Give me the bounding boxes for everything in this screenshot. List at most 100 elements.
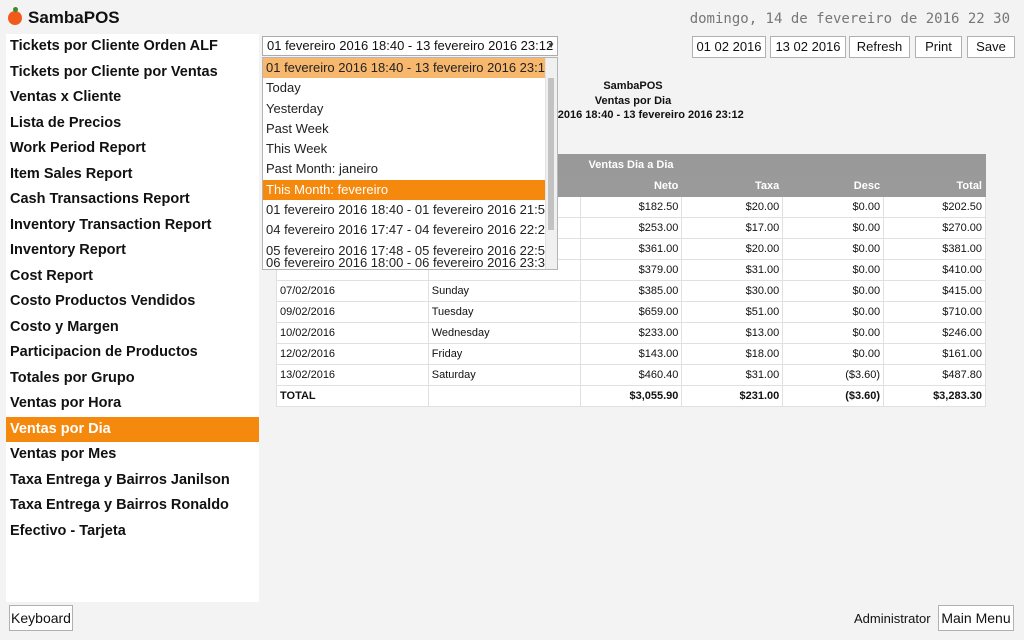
table-cell: $385.00: [579, 280, 683, 302]
column-header: Taxa: [681, 175, 784, 197]
period-select-value: 01 fevereiro 2016 18:40 - 13 fevereiro 2…: [267, 38, 554, 53]
total-cell: ($3.60): [782, 385, 885, 407]
chevron-down-icon[interactable]: ▼: [547, 37, 555, 55]
table-row: 07/02/2016 Sunday $385.00 $30.00 $0.00 $415.0…: [276, 280, 986, 302]
table-row: 13/02/2016 Saturday $460.40 $31.00 ($3.60) $4…: [276, 364, 986, 386]
table-cell: $361.00: [579, 238, 683, 260]
sidebar-item[interactable]: Cash Transactions Report: [6, 187, 259, 213]
sidebar-item[interactable]: Tickets por Cliente por Ventas: [6, 60, 259, 86]
print-button[interactable]: Print: [915, 36, 962, 58]
sidebar-item[interactable]: Costo y Margen: [6, 315, 259, 341]
table-cell: $17.00: [681, 217, 784, 239]
table-cell: $233.00: [579, 322, 683, 344]
dropdown-option[interactable]: Past Month: janeiro: [263, 159, 545, 179]
table-cell: Sunday: [427, 280, 581, 302]
table-cell: $182.50: [579, 196, 683, 218]
table-cell: $18.00: [681, 343, 784, 365]
dropdown-option[interactable]: This Month: fevereiro: [263, 179, 545, 201]
total-cell: $3,055.90: [579, 385, 683, 407]
table-cell: $659.00: [579, 301, 683, 323]
keyboard-button[interactable]: Keyboard: [9, 605, 73, 631]
report-title: Ventas por Dia: [594, 95, 672, 107]
table-cell: $31.00: [681, 259, 784, 281]
sidebar-item[interactable]: Ventas por Dia: [6, 416, 259, 442]
period-dropdown-list[interactable]: 01 fevereiro 2016 18:40 - 13 fevereiro 2…: [262, 57, 558, 270]
total-cell: $3,283.30: [883, 385, 986, 407]
sidebar-item[interactable]: Cost Report: [6, 264, 259, 290]
table-cell: $31.00: [681, 364, 784, 386]
sidebar-item[interactable]: Ventas x Cliente: [6, 85, 259, 111]
sidebar-item[interactable]: Ventas por Mes: [6, 442, 259, 468]
dropdown-option[interactable]: Today: [263, 78, 545, 98]
table-cell: $246.00: [883, 322, 986, 344]
table-cell: $0.00: [782, 259, 885, 281]
table-cell: $270.00: [883, 217, 986, 239]
sidebar-item[interactable]: Work Period Report: [6, 136, 259, 162]
dropdown-option[interactable]: 04 fevereiro 2016 17:47 - 04 fevereiro 2…: [263, 220, 552, 240]
table-cell: $253.00: [579, 217, 683, 239]
table-cell: $30.00: [681, 280, 784, 302]
sidebar-item[interactable]: Efectivo - Tarjeta: [6, 519, 259, 545]
table-total-row: TOTAL $3,055.90 $231.00 ($3.60) $3,283.30: [276, 385, 986, 407]
dropdown-scrollbar[interactable]: [545, 58, 557, 269]
table-cell: $202.50: [883, 196, 986, 218]
table-cell: Wednesday: [427, 322, 581, 344]
table-cell: $710.00: [883, 301, 986, 323]
table-cell: $381.00: [883, 238, 986, 260]
sidebar-item[interactable]: Inventory Transaction Report: [6, 213, 259, 239]
sidebar-item[interactable]: Totales por Grupo: [6, 366, 259, 392]
table-cell: Saturday: [427, 364, 581, 386]
table-cell: Tuesday: [427, 301, 581, 323]
table-cell: 09/02/2016: [276, 301, 429, 323]
sidebar-item[interactable]: Taxa Entrega y Bairros Janilson: [6, 468, 259, 494]
logged-user: Administrator: [854, 611, 931, 626]
app-header: SambaPOS: [8, 7, 120, 28]
refresh-button[interactable]: Refresh: [849, 36, 910, 58]
sidebar-item[interactable]: Item Sales Report: [6, 162, 259, 188]
table-cell: $379.00: [579, 259, 683, 281]
sidebar-item[interactable]: Tickets por Cliente Orden ALF: [6, 34, 259, 60]
dropdown-option[interactable]: 01 fevereiro 2016 18:40 - 13 fevereiro 2…: [263, 58, 552, 79]
sidebar-item[interactable]: Lista de Precios: [6, 111, 259, 137]
table-cell: $143.00: [579, 343, 683, 365]
table-cell: $20.00: [681, 196, 784, 218]
sidebar-item[interactable]: Ventas por Hora: [6, 391, 259, 417]
table-cell: $0.00: [782, 343, 885, 365]
sidebar-item[interactable]: Inventory Report: [6, 238, 259, 264]
end-date-field[interactable]: 13 02 2016: [770, 36, 846, 58]
dropdown-option[interactable]: 01 fevereiro 2016 18:40 - 01 fevereiro 2…: [263, 200, 552, 220]
main-menu-button[interactable]: Main Menu: [938, 605, 1014, 631]
table-cell: $13.00: [681, 322, 784, 344]
start-date-field[interactable]: 01 02 2016: [692, 36, 766, 58]
report-date-range: o 2016 18:40 - 13 fevereiro 2016 23:12: [548, 109, 744, 121]
table-row: 09/02/2016 Tuesday $659.00 $51.00 $0.00 $710.…: [276, 301, 986, 323]
table-cell: $410.00: [883, 259, 986, 281]
dropdown-option[interactable]: This Week: [263, 139, 545, 159]
total-cell: [427, 385, 581, 407]
sidebar-item[interactable]: Participacion de Productos: [6, 340, 259, 366]
scrollbar-thumb[interactable]: [548, 78, 554, 230]
period-select[interactable]: 01 fevereiro 2016 18:40 - 13 fevereiro 2…: [262, 36, 558, 56]
table-cell: ($3.60): [782, 364, 885, 386]
save-button[interactable]: Save: [967, 36, 1015, 58]
table-cell: 10/02/2016: [276, 322, 429, 344]
table-cell: $415.00: [883, 280, 986, 302]
table-cell: 07/02/2016: [276, 280, 429, 302]
dropdown-option[interactable]: Past Week: [263, 119, 545, 139]
table-cell: $20.00: [681, 238, 784, 260]
report-company: SambaPOS: [603, 80, 663, 92]
column-header: Total: [883, 175, 986, 197]
table-cell: 13/02/2016: [276, 364, 429, 386]
table-cell: Friday: [427, 343, 581, 365]
table-cell: $0.00: [782, 280, 885, 302]
sidebar-item[interactable]: Costo Productos Vendidos: [6, 289, 259, 315]
dropdown-option[interactable]: Yesterday: [263, 99, 545, 119]
current-datetime: domingo, 14 de fevereiro de 2016 22 30: [689, 11, 1010, 27]
dropdown-option[interactable]: 06 fevereiro 2016 18:00 - 06 fevereiro 2…: [263, 253, 552, 269]
table-cell: $161.00: [883, 343, 986, 365]
sidebar-item[interactable]: Taxa Entrega y Bairros Ronaldo: [6, 493, 259, 519]
sambapos-logo-icon: [8, 7, 22, 25]
column-header: Neto: [579, 175, 683, 197]
table-cell: $460.40: [579, 364, 683, 386]
table-cell: $0.00: [782, 322, 885, 344]
